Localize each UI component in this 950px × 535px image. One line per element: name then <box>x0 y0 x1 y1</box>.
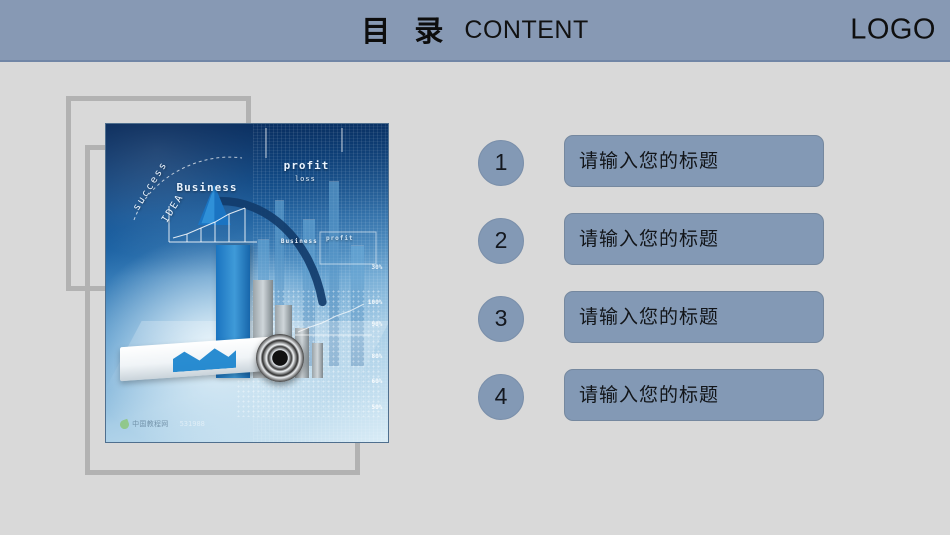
menu-title-label-3: 请输入您的标题 <box>579 305 720 328</box>
paper-roll-core <box>255 333 304 382</box>
menu-item-3[interactable]: 3 请输入您的标题 <box>470 291 930 343</box>
photo-label-profit: profit <box>283 158 330 172</box>
menu-title-box-2[interactable]: 请输入您的标题 <box>564 213 824 265</box>
photo-percent-tick: 100% <box>367 298 383 306</box>
menu-title-box-4[interactable]: 请输入您的标题 <box>564 369 824 421</box>
menu-title-box-3[interactable]: 请输入您的标题 <box>564 291 824 343</box>
slide-root: 目 录 CONTENT LOGO Business profit loss Bu… <box>0 0 950 535</box>
photo-percent-tick: 90% <box>371 321 383 329</box>
watermark-text: 中国教程网 <box>132 420 169 429</box>
photo-percent-tick: 30% <box>371 263 383 271</box>
menu-number-badge-4[interactable]: 4 <box>478 373 524 420</box>
watermark-id: 531988 <box>179 420 205 429</box>
menu-number-badge-2[interactable]: 2 <box>478 217 524 264</box>
photo-leader-lines <box>133 128 377 265</box>
menu-item-2[interactable]: 2 请输入您的标题 <box>470 213 930 265</box>
photo-label-profit-small: profit <box>325 235 354 243</box>
photo-percent-tick: 80% <box>371 352 383 360</box>
photo-label-business-small: Business <box>280 238 318 246</box>
menu-title-label-2: 请输入您的标题 <box>579 227 720 250</box>
photo-percent-tick: 50% <box>371 403 383 411</box>
business-chart-image[interactable]: Business profit loss Business profit suc… <box>105 123 389 443</box>
rolled-paper-graphic <box>120 332 363 388</box>
menu-item-1[interactable]: 1 请输入您的标题 <box>470 135 930 187</box>
image-watermark: 中国教程网 531988 <box>118 418 205 431</box>
photo-label-business: Business <box>176 181 238 195</box>
menu-title-label-1: 请输入您的标题 <box>579 149 720 172</box>
menu-title-label-4: 请输入您的标题 <box>579 383 720 406</box>
menu-item-4[interactable]: 4 请输入您的标题 <box>470 369 930 421</box>
content-menu-list: 1 请输入您的标题 2 请输入您的标题 3 请输入您的标题 4 请输入您的标题 <box>470 120 930 440</box>
illustration-block: Business profit loss Business profit suc… <box>0 0 460 535</box>
photo-label-loss: loss <box>294 174 316 183</box>
photo-percent-tick: 60% <box>371 378 383 386</box>
menu-number-badge-1[interactable]: 1 <box>478 139 524 186</box>
menu-number-badge-3[interactable]: 3 <box>478 295 524 342</box>
page-title-en: CONTENT <box>464 15 589 44</box>
leaf-icon <box>118 418 131 431</box>
menu-title-box-1[interactable]: 请输入您的标题 <box>564 135 824 187</box>
logo-placeholder[interactable]: LOGO <box>850 15 936 45</box>
